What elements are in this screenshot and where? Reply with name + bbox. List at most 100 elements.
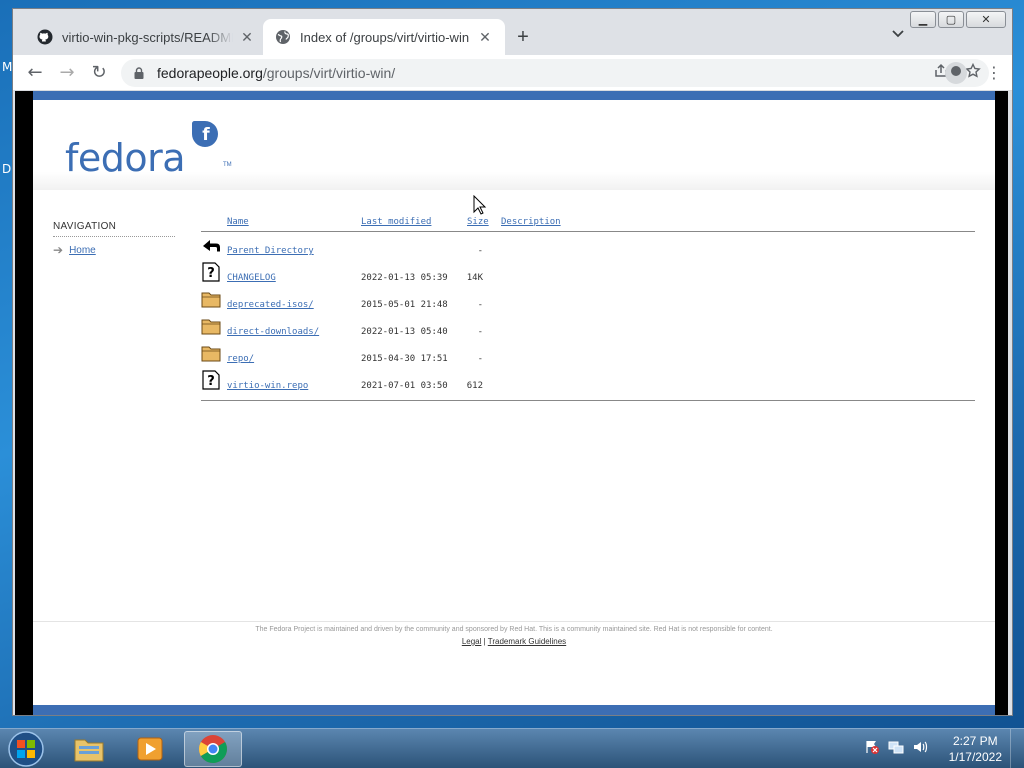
page-viewport: fedora f TM NAVIGATION ➔ Home Name Last … [15, 91, 1008, 715]
new-tab-button[interactable]: + [511, 26, 535, 48]
modified-cell: 2022-01-13 05:40 [361, 327, 448, 337]
directory-listing: Name Last modified Size Description Pare… [201, 217, 975, 401]
start-button[interactable] [6, 730, 46, 768]
show-desktop-button[interactable] [1010, 729, 1024, 768]
sort-by-modified-link[interactable]: Last modified [361, 217, 431, 227]
bottom-stripe [33, 705, 995, 715]
home-link[interactable]: Home [69, 245, 96, 256]
file-link-changelog[interactable]: CHANGELOG [227, 273, 276, 283]
clock-time: 2:27 PM [952, 734, 998, 748]
modified-cell: 2015-05-01 21:48 [361, 300, 448, 310]
unknown-file-icon: ? [202, 370, 220, 390]
system-tray [864, 739, 928, 755]
reload-button[interactable]: ↻ [87, 61, 111, 85]
page-footer: The Fedora Project is maintained and dri… [33, 621, 995, 646]
minimize-button[interactable]: ▁ [910, 11, 936, 28]
address-bar[interactable]: fedorapeople.org/groups/virt/virtio-win/ [121, 59, 989, 87]
taskbar-clock[interactable]: 2:27 PM 1/17/2022 [949, 733, 1002, 765]
footer-text: The Fedora Project is maintained and dri… [255, 626, 773, 633]
taskbar: 2:27 PM 1/17/2022 [0, 728, 1024, 768]
list-item[interactable]: repo/ 2015-04-30 17:51 - [201, 340, 975, 367]
parent-directory-link[interactable]: Parent Directory [227, 246, 314, 256]
page-header: fedora f TM [33, 100, 995, 190]
list-item[interactable]: Parent Directory - [201, 232, 975, 259]
desktop-icon-label-m: M [2, 60, 13, 74]
globe-icon [276, 30, 290, 44]
list-item[interactable]: direct-downloads/ 2022-01-13 05:40 - [201, 313, 975, 340]
action-center-flag-icon[interactable] [864, 739, 880, 755]
folder-icon [201, 319, 221, 335]
taskbar-chrome-button[interactable] [184, 731, 242, 767]
forward-button[interactable]: → [55, 61, 79, 85]
desktop-icon-label-d: D [2, 162, 12, 176]
tab-github-readme[interactable]: virtio-win-pkg-scripts/README.md ✕ [25, 19, 267, 55]
list-item[interactable]: deprecated-isos/ 2015-05-01 21:48 - [201, 286, 975, 313]
trademark-guidelines-link[interactable]: Trademark Guidelines [488, 637, 566, 646]
close-tab-icon[interactable]: ✕ [239, 29, 255, 46]
taskbar-explorer-button[interactable] [60, 731, 118, 767]
size-cell: - [477, 300, 483, 310]
folder-icon [201, 292, 221, 308]
lock-icon[interactable] [133, 67, 145, 79]
taskbar-media-player-button[interactable] [121, 731, 179, 767]
url-text[interactable]: fedorapeople.org/groups/virt/virtio-win/ [157, 65, 395, 81]
tab-strip: ▁ ▢ ✕ virtio-win-pkg-scripts/README.md ✕… [13, 9, 1012, 55]
explorer-icon [74, 739, 104, 762]
folder-link-deprecated-isos[interactable]: deprecated-isos/ [227, 300, 314, 310]
close-tab-icon[interactable]: ✕ [477, 29, 493, 46]
size-cell: - [477, 327, 483, 337]
browser-window: ▁ ▢ ✕ virtio-win-pkg-scripts/README.md ✕… [12, 8, 1013, 716]
back-button[interactable]: ← [23, 61, 47, 85]
profile-avatar-icon[interactable] [945, 62, 967, 84]
navigation-panel: NAVIGATION ➔ Home [53, 221, 175, 257]
browser-toolbar: ← → ↻ fedorapeople.org/groups/virt/virti… [13, 55, 1012, 91]
size-cell: 612 [466, 381, 483, 391]
top-stripe [33, 91, 995, 100]
list-item[interactable]: ? CHANGELOG 2022-01-13 05:39 14K [201, 259, 975, 286]
url-path: /groups/virt/virtio-win/ [262, 65, 396, 81]
clock-date: 1/17/2022 [948, 750, 1002, 764]
url-host: fedorapeople.org [157, 65, 263, 81]
folder-link-direct-downloads[interactable]: direct-downloads/ [227, 327, 319, 337]
media-player-icon [137, 737, 163, 761]
svg-text:?: ? [207, 266, 215, 281]
tab-title: Index of /groups/virt/virtio-win [300, 29, 470, 45]
size-cell: - [477, 246, 483, 256]
footer-separator: | [483, 637, 486, 646]
sort-by-name-link[interactable]: Name [227, 217, 249, 227]
listing-header: Name Last modified Size Description [201, 217, 975, 231]
logo-glyph: f [202, 125, 210, 145]
tab-index-virtio-win[interactable]: Index of /groups/virt/virtio-win ✕ [263, 19, 505, 55]
network-icon[interactable] [888, 739, 904, 755]
sort-by-size-link[interactable]: Size [467, 217, 489, 227]
modified-cell: 2022-01-13 05:39 [361, 273, 448, 283]
nav-item-home[interactable]: ➔ Home [53, 243, 175, 257]
maximize-button[interactable]: ▢ [938, 11, 964, 28]
listing-divider-bottom [201, 400, 975, 401]
tab-title: virtio-win-pkg-scripts/README.md [62, 29, 233, 45]
github-icon [37, 29, 53, 45]
size-cell: - [477, 354, 483, 364]
tab-search-icon[interactable] [892, 27, 904, 41]
file-link-virtio-win-repo[interactable]: virtio-win.repo [227, 381, 308, 391]
volume-icon[interactable] [912, 739, 928, 755]
arrow-right-icon: ➔ [53, 243, 64, 257]
logo-trademark: TM [223, 162, 232, 168]
logo-wordmark: fedora [65, 136, 186, 180]
close-window-button[interactable]: ✕ [966, 11, 1006, 28]
mouse-cursor-icon [473, 195, 487, 215]
size-cell: 14K [466, 273, 483, 283]
modified-cell: 2021-07-01 03:50 [361, 381, 448, 391]
web-page: fedora f TM NAVIGATION ➔ Home Name Last … [33, 91, 995, 715]
sort-by-description-link[interactable]: Description [501, 217, 561, 227]
legal-link[interactable]: Legal [462, 637, 482, 646]
chrome-icon [199, 735, 227, 763]
bookmark-star-icon[interactable] [965, 63, 981, 79]
svg-text:?: ? [207, 374, 215, 389]
browser-menu-icon[interactable]: ⋮ [986, 63, 1002, 82]
folder-link-repo[interactable]: repo/ [227, 354, 254, 364]
fedora-bubble-icon: f [192, 121, 218, 147]
window-controls: ▁ ▢ ✕ [910, 11, 1006, 28]
back-arrow-icon [203, 240, 220, 252]
list-item[interactable]: ? virtio-win.repo 2021-07-01 03:50 612 [201, 367, 975, 394]
